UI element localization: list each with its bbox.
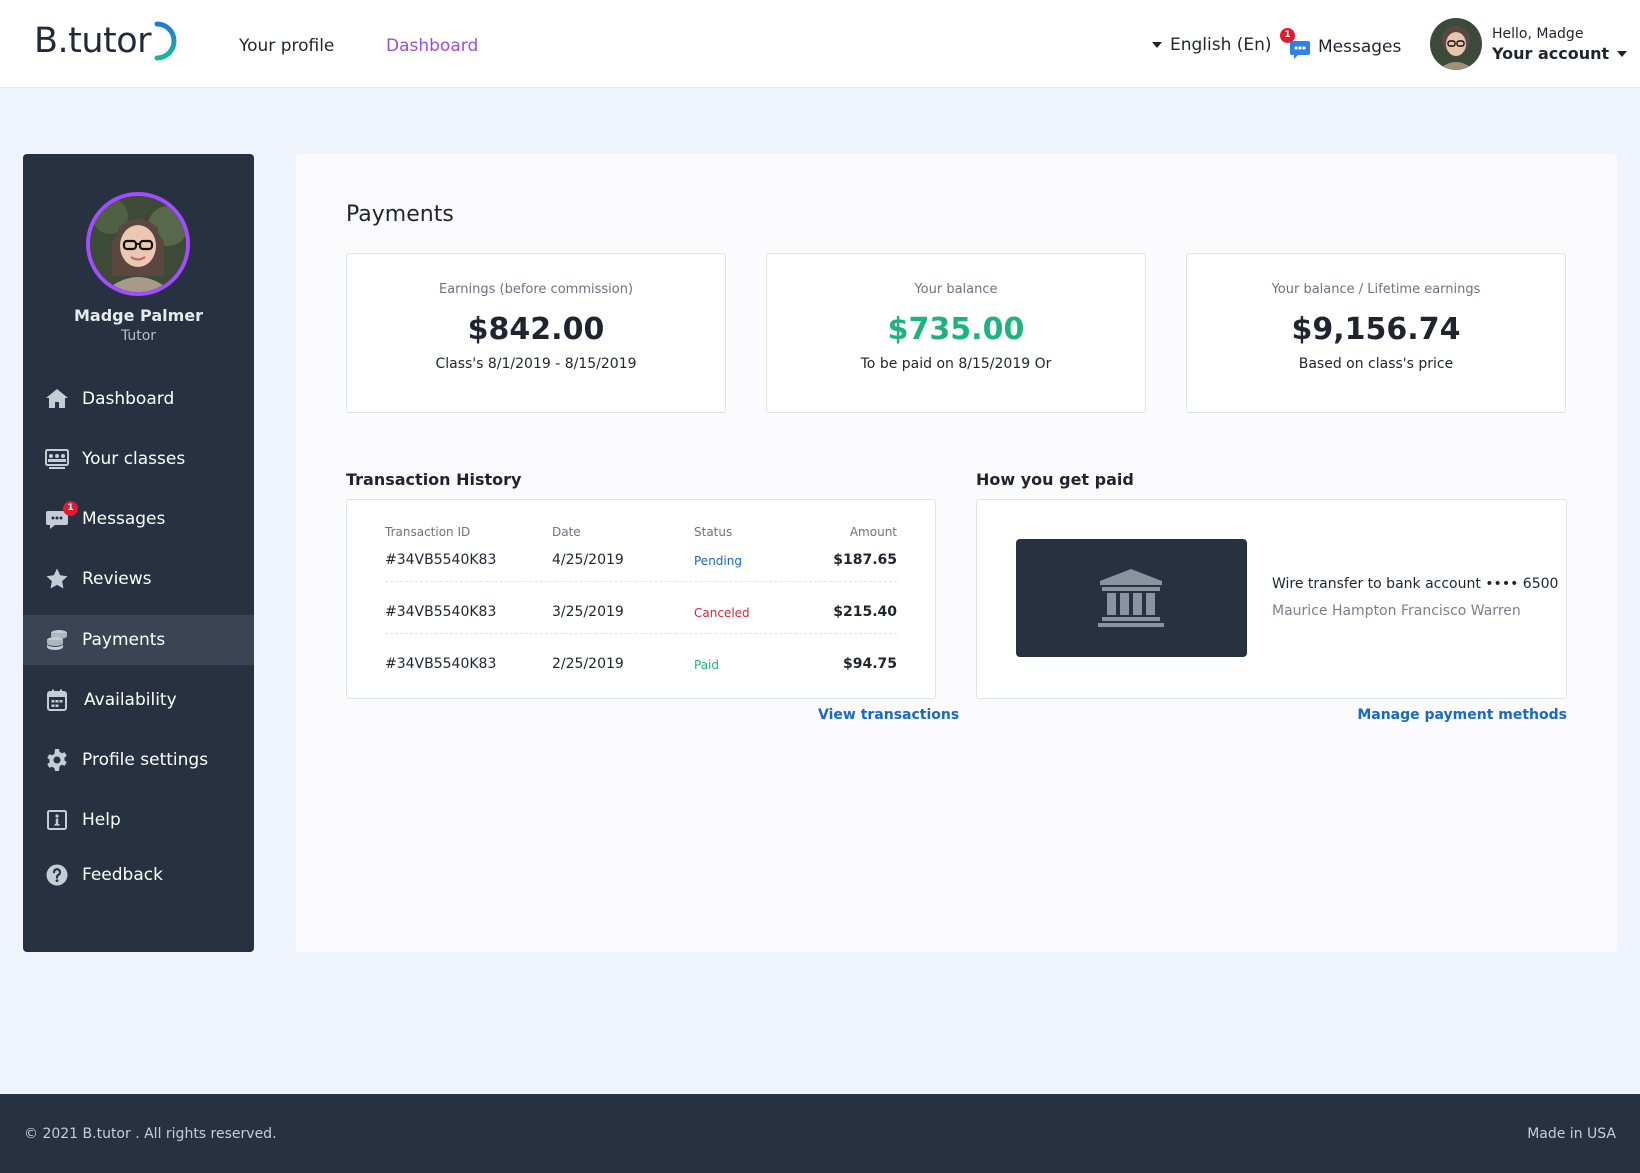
status-badge: Paid xyxy=(694,658,720,672)
stat-subtext: Class's 8/1/2019 - 8/15/2019 xyxy=(435,356,637,372)
question-icon xyxy=(46,864,68,886)
stat-value: $842.00 xyxy=(467,312,605,347)
transaction-id: #34VB5540K83 xyxy=(385,552,497,568)
avatar[interactable] xyxy=(1430,18,1482,70)
caret-down-icon xyxy=(1152,42,1162,48)
nav-your-profile[interactable]: Your profile xyxy=(239,36,334,56)
sidebar-item-label: Messages xyxy=(82,509,166,529)
classes-icon xyxy=(45,449,69,469)
account-holder: Maurice Hampton Francisco Warren xyxy=(1272,603,1521,619)
earnings-card: Earnings (before commission) $842.00 Cla… xyxy=(346,253,726,413)
footer: © 2021 B.tutor . All rights reserved. Ma… xyxy=(0,1094,1640,1173)
star-icon xyxy=(46,568,68,589)
transaction-table: Transaction ID Date Status Amount #34VB5… xyxy=(346,499,936,699)
main-panel: Payments Earnings (before commission) $8… xyxy=(296,154,1617,952)
top-header: B.tutor Your profile Dashboard English (… xyxy=(0,0,1640,88)
messages-label: Messages xyxy=(1318,37,1402,57)
copyright-text: © 2021 B.tutor . All rights reserved. xyxy=(24,1126,277,1142)
language-selector[interactable]: English (En) xyxy=(1152,35,1272,55)
profile-avatar xyxy=(86,192,190,296)
messages-count-badge: 1 xyxy=(1280,28,1295,43)
page-title: Payments xyxy=(346,202,454,227)
sidebar-item-messages[interactable]: 1 Messages xyxy=(23,494,254,544)
calendar-icon xyxy=(47,689,67,711)
logo-arc-icon xyxy=(154,21,177,61)
profile-name: Madge Palmer xyxy=(73,306,204,325)
transaction-amount: $215.40 xyxy=(833,604,897,620)
nav-dashboard[interactable]: Dashboard xyxy=(386,36,478,56)
sidebar-item-label: Feedback xyxy=(82,865,163,885)
caret-down-icon xyxy=(1617,50,1628,57)
language-label: English (En) xyxy=(1170,35,1272,55)
payout-method: Wire transfer to bank account •••• 6500 xyxy=(1272,576,1559,592)
manage-payment-methods-link[interactable]: Manage payment methods xyxy=(1357,707,1567,723)
table-row[interactable]: #34VB5540K83 3/25/2019 Canceled $215.40 xyxy=(385,582,897,634)
brand-logo[interactable]: B.tutor xyxy=(34,20,179,62)
sidebar-item-availability[interactable]: Availability xyxy=(23,675,254,725)
info-icon xyxy=(47,810,67,830)
logo-text: B.tutor xyxy=(34,21,152,61)
status-badge: Pending xyxy=(694,554,742,568)
status-badge: Canceled xyxy=(694,606,750,620)
transaction-amount: $187.65 xyxy=(833,552,897,568)
bank-card xyxy=(1016,539,1247,657)
coins-icon xyxy=(47,630,67,650)
transaction-date: 4/25/2019 xyxy=(552,552,624,568)
stat-subtext: Based on class's price xyxy=(1298,356,1454,372)
stat-label: Your balance xyxy=(914,282,998,297)
sidebar-item-label: Profile settings xyxy=(82,750,209,770)
transaction-id: #34VB5540K83 xyxy=(385,604,497,620)
balance-card: Your balance $735.00 To be paid on 8/15/… xyxy=(766,253,1146,413)
stat-value: $735.00 xyxy=(887,312,1025,347)
table-row[interactable]: #34VB5540K83 4/25/2019 Pending $187.65 xyxy=(385,530,897,582)
header-messages-button[interactable]: 1 Messages xyxy=(1280,28,1402,59)
payout-method-card: Wire transfer to bank account •••• 6500 … xyxy=(976,499,1567,699)
home-icon xyxy=(46,389,68,408)
sidebar-item-label: Payments xyxy=(82,630,166,650)
sidebar-item-feedback[interactable]: Feedback xyxy=(23,850,254,900)
sidebar-item-label: Reviews xyxy=(82,569,152,589)
payout-title: How you get paid xyxy=(976,470,1134,489)
greeting: Hello, Madge xyxy=(1492,26,1584,42)
table-row[interactable]: #34VB5540K83 2/25/2019 Paid $94.75 xyxy=(385,634,897,686)
sidebar-item-your-classes[interactable]: Your classes xyxy=(23,434,254,484)
sidebar-item-profile-settings[interactable]: Profile settings xyxy=(23,735,254,785)
sidebar-item-payments[interactable]: Payments xyxy=(23,615,254,665)
account-label: Your account xyxy=(1492,44,1610,63)
stat-label: Earnings (before commission) xyxy=(438,282,634,297)
transaction-history-title: Transaction History xyxy=(346,470,522,489)
stat-value: $9,156.74 xyxy=(1291,312,1461,347)
sidebar-item-label: Help xyxy=(82,810,121,830)
sidebar: Madge Palmer Tutor Dashboard Your classe… xyxy=(23,154,254,952)
sidebar-item-dashboard[interactable]: Dashboard xyxy=(23,374,254,424)
sidebar-item-reviews[interactable]: Reviews xyxy=(23,554,254,604)
chat-icon: 1 xyxy=(1280,28,1312,59)
gear-icon xyxy=(47,749,67,771)
stat-label: Your balance / Lifetime earnings xyxy=(1271,282,1481,297)
account-menu[interactable]: Your account xyxy=(1492,44,1628,63)
sidebar-item-label: Availability xyxy=(84,690,177,710)
messages-count-badge: 1 xyxy=(63,501,78,516)
profile-role: Tutor xyxy=(120,328,157,344)
lifetime-earnings-card: Your balance / Lifetime earnings $9,156.… xyxy=(1186,253,1566,413)
stat-subtext: To be paid on 8/15/2019 Or xyxy=(860,356,1052,372)
transaction-date: 3/25/2019 xyxy=(552,604,624,620)
made-in-text: Made in USA xyxy=(1527,1126,1616,1142)
transaction-id: #34VB5540K83 xyxy=(385,656,497,672)
view-transactions-link[interactable]: View transactions xyxy=(818,707,959,723)
sidebar-item-label: Dashboard xyxy=(82,389,175,409)
sidebar-item-help[interactable]: Help xyxy=(23,795,254,845)
sidebar-item-label: Your classes xyxy=(82,449,186,469)
transaction-amount: $94.75 xyxy=(842,656,897,672)
bank-icon xyxy=(1098,569,1164,627)
transaction-date: 2/25/2019 xyxy=(552,656,624,672)
